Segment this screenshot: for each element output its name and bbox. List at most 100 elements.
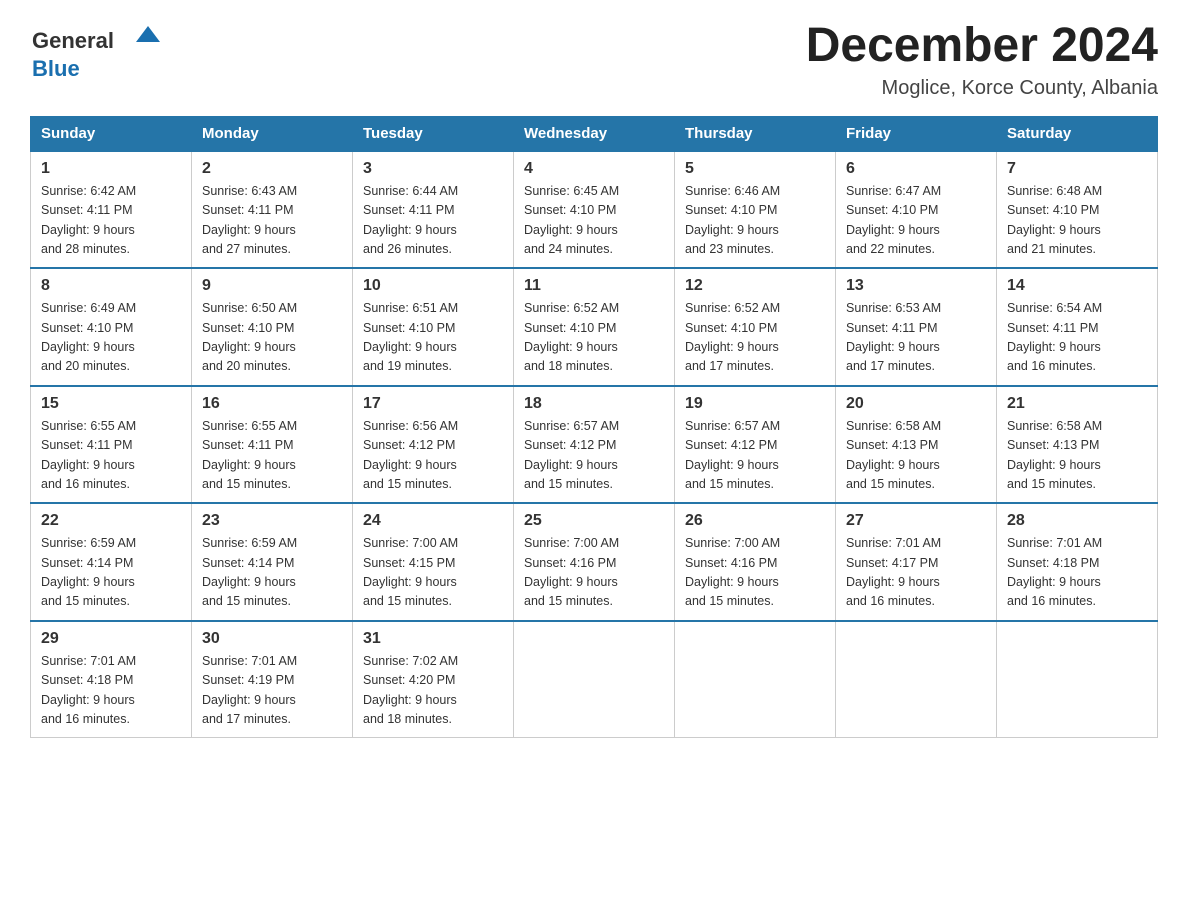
title-block: December 2024 Moglice, Korce County, Alb… (806, 20, 1158, 100)
day-cell-5: 5 Sunrise: 6:46 AMSunset: 4:10 PMDayligh… (675, 151, 836, 269)
col-header-sunday: Sunday (31, 116, 192, 151)
calendar-header-row: SundayMondayTuesdayWednesdayThursdayFrid… (31, 116, 1158, 151)
week-row-3: 15 Sunrise: 6:55 AMSunset: 4:11 PMDaylig… (31, 386, 1158, 504)
svg-text:Blue: Blue (32, 56, 80, 81)
day-cell-8: 8 Sunrise: 6:49 AMSunset: 4:10 PMDayligh… (31, 268, 192, 386)
day-cell-2: 2 Sunrise: 6:43 AMSunset: 4:11 PMDayligh… (192, 151, 353, 269)
week-row-4: 22 Sunrise: 6:59 AMSunset: 4:14 PMDaylig… (31, 503, 1158, 621)
day-cell-22: 22 Sunrise: 6:59 AMSunset: 4:14 PMDaylig… (31, 503, 192, 621)
day-cell-12: 12 Sunrise: 6:52 AMSunset: 4:10 PMDaylig… (675, 268, 836, 386)
day-number: 29 (41, 630, 181, 648)
empty-cell (675, 621, 836, 738)
day-cell-21: 21 Sunrise: 6:58 AMSunset: 4:13 PMDaylig… (997, 386, 1158, 504)
day-number: 10 (363, 277, 503, 295)
calendar-table: SundayMondayTuesdayWednesdayThursdayFrid… (30, 116, 1158, 739)
day-info: Sunrise: 6:58 AMSunset: 4:13 PMDaylight:… (846, 417, 986, 495)
day-info: Sunrise: 6:44 AMSunset: 4:11 PMDaylight:… (363, 182, 503, 260)
day-info: Sunrise: 6:43 AMSunset: 4:11 PMDaylight:… (202, 182, 342, 260)
day-info: Sunrise: 7:01 AMSunset: 4:18 PMDaylight:… (1007, 534, 1147, 612)
day-cell-30: 30 Sunrise: 7:01 AMSunset: 4:19 PMDaylig… (192, 621, 353, 738)
day-number: 30 (202, 630, 342, 648)
day-cell-1: 1 Sunrise: 6:42 AMSunset: 4:11 PMDayligh… (31, 151, 192, 269)
day-cell-23: 23 Sunrise: 6:59 AMSunset: 4:14 PMDaylig… (192, 503, 353, 621)
day-info: Sunrise: 7:01 AMSunset: 4:18 PMDaylight:… (41, 652, 181, 730)
day-number: 17 (363, 395, 503, 413)
day-number: 6 (846, 160, 986, 178)
logo: General Blue (30, 20, 160, 85)
day-info: Sunrise: 6:55 AMSunset: 4:11 PMDaylight:… (202, 417, 342, 495)
day-cell-11: 11 Sunrise: 6:52 AMSunset: 4:10 PMDaylig… (514, 268, 675, 386)
day-number: 7 (1007, 160, 1147, 178)
day-info: Sunrise: 6:57 AMSunset: 4:12 PMDaylight:… (685, 417, 825, 495)
day-cell-28: 28 Sunrise: 7:01 AMSunset: 4:18 PMDaylig… (997, 503, 1158, 621)
day-info: Sunrise: 6:50 AMSunset: 4:10 PMDaylight:… (202, 299, 342, 377)
day-number: 24 (363, 512, 503, 530)
day-info: Sunrise: 6:51 AMSunset: 4:10 PMDaylight:… (363, 299, 503, 377)
empty-cell (997, 621, 1158, 738)
day-cell-3: 3 Sunrise: 6:44 AMSunset: 4:11 PMDayligh… (353, 151, 514, 269)
day-info: Sunrise: 6:48 AMSunset: 4:10 PMDaylight:… (1007, 182, 1147, 260)
day-number: 5 (685, 160, 825, 178)
day-number: 25 (524, 512, 664, 530)
day-cell-20: 20 Sunrise: 6:58 AMSunset: 4:13 PMDaylig… (836, 386, 997, 504)
week-row-1: 1 Sunrise: 6:42 AMSunset: 4:11 PMDayligh… (31, 151, 1158, 269)
day-cell-24: 24 Sunrise: 7:00 AMSunset: 4:15 PMDaylig… (353, 503, 514, 621)
col-header-friday: Friday (836, 116, 997, 151)
day-number: 15 (41, 395, 181, 413)
day-info: Sunrise: 7:00 AMSunset: 4:15 PMDaylight:… (363, 534, 503, 612)
day-cell-10: 10 Sunrise: 6:51 AMSunset: 4:10 PMDaylig… (353, 268, 514, 386)
logo-svg: General Blue (30, 20, 160, 85)
day-info: Sunrise: 6:45 AMSunset: 4:10 PMDaylight:… (524, 182, 664, 260)
day-number: 22 (41, 512, 181, 530)
day-number: 18 (524, 395, 664, 413)
col-header-thursday: Thursday (675, 116, 836, 151)
month-title: December 2024 (806, 20, 1158, 73)
day-info: Sunrise: 6:54 AMSunset: 4:11 PMDaylight:… (1007, 299, 1147, 377)
day-number: 1 (41, 160, 181, 178)
day-info: Sunrise: 6:52 AMSunset: 4:10 PMDaylight:… (524, 299, 664, 377)
day-number: 28 (1007, 512, 1147, 530)
col-header-saturday: Saturday (997, 116, 1158, 151)
day-cell-26: 26 Sunrise: 7:00 AMSunset: 4:16 PMDaylig… (675, 503, 836, 621)
day-info: Sunrise: 6:56 AMSunset: 4:12 PMDaylight:… (363, 417, 503, 495)
day-cell-6: 6 Sunrise: 6:47 AMSunset: 4:10 PMDayligh… (836, 151, 997, 269)
day-info: Sunrise: 7:01 AMSunset: 4:19 PMDaylight:… (202, 652, 342, 730)
day-info: Sunrise: 6:49 AMSunset: 4:10 PMDaylight:… (41, 299, 181, 377)
day-number: 11 (524, 277, 664, 295)
day-number: 19 (685, 395, 825, 413)
page-header: General Blue December 2024 Moglice, Korc… (30, 20, 1158, 100)
day-number: 13 (846, 277, 986, 295)
day-number: 26 (685, 512, 825, 530)
col-header-monday: Monday (192, 116, 353, 151)
day-number: 9 (202, 277, 342, 295)
day-cell-16: 16 Sunrise: 6:55 AMSunset: 4:11 PMDaylig… (192, 386, 353, 504)
day-info: Sunrise: 7:00 AMSunset: 4:16 PMDaylight:… (685, 534, 825, 612)
day-number: 12 (685, 277, 825, 295)
day-info: Sunrise: 7:02 AMSunset: 4:20 PMDaylight:… (363, 652, 503, 730)
day-number: 27 (846, 512, 986, 530)
day-info: Sunrise: 6:42 AMSunset: 4:11 PMDaylight:… (41, 182, 181, 260)
day-cell-25: 25 Sunrise: 7:00 AMSunset: 4:16 PMDaylig… (514, 503, 675, 621)
day-info: Sunrise: 6:52 AMSunset: 4:10 PMDaylight:… (685, 299, 825, 377)
day-cell-18: 18 Sunrise: 6:57 AMSunset: 4:12 PMDaylig… (514, 386, 675, 504)
week-row-5: 29 Sunrise: 7:01 AMSunset: 4:18 PMDaylig… (31, 621, 1158, 738)
week-row-2: 8 Sunrise: 6:49 AMSunset: 4:10 PMDayligh… (31, 268, 1158, 386)
day-cell-14: 14 Sunrise: 6:54 AMSunset: 4:11 PMDaylig… (997, 268, 1158, 386)
day-number: 20 (846, 395, 986, 413)
day-info: Sunrise: 6:53 AMSunset: 4:11 PMDaylight:… (846, 299, 986, 377)
day-number: 23 (202, 512, 342, 530)
col-header-tuesday: Tuesday (353, 116, 514, 151)
day-cell-27: 27 Sunrise: 7:01 AMSunset: 4:17 PMDaylig… (836, 503, 997, 621)
day-info: Sunrise: 6:55 AMSunset: 4:11 PMDaylight:… (41, 417, 181, 495)
day-number: 14 (1007, 277, 1147, 295)
day-number: 31 (363, 630, 503, 648)
day-cell-19: 19 Sunrise: 6:57 AMSunset: 4:12 PMDaylig… (675, 386, 836, 504)
day-info: Sunrise: 6:58 AMSunset: 4:13 PMDaylight:… (1007, 417, 1147, 495)
day-info: Sunrise: 6:57 AMSunset: 4:12 PMDaylight:… (524, 417, 664, 495)
day-info: Sunrise: 6:46 AMSunset: 4:10 PMDaylight:… (685, 182, 825, 260)
day-cell-9: 9 Sunrise: 6:50 AMSunset: 4:10 PMDayligh… (192, 268, 353, 386)
day-cell-15: 15 Sunrise: 6:55 AMSunset: 4:11 PMDaylig… (31, 386, 192, 504)
empty-cell (514, 621, 675, 738)
day-info: Sunrise: 7:01 AMSunset: 4:17 PMDaylight:… (846, 534, 986, 612)
day-number: 21 (1007, 395, 1147, 413)
